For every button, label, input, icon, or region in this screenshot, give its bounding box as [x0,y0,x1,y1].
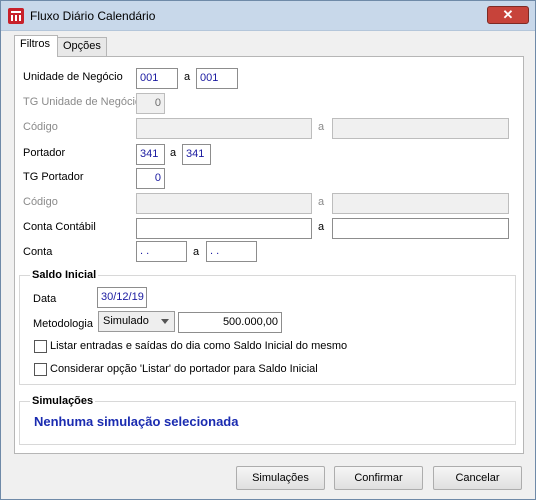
chevron-down-icon [161,319,169,324]
saldo-inicial-valor-input[interactable]: 500.000,00 [178,312,282,333]
codigo-portador-to-input[interactable] [332,193,509,214]
metodologia-label: Metodologia [33,318,93,330]
portador-from-input[interactable]: 341 [136,144,165,165]
app-icon [8,8,24,24]
codigo-to-input[interactable] [332,118,509,139]
cancelar-button[interactable]: Cancelar [433,466,522,490]
codigo-portador-from-input[interactable] [136,193,312,214]
considerar-opcao-checkbox[interactable] [34,363,47,376]
conta-contabil-label: Conta Contábil [23,221,96,233]
filtros-panel: Unidade de Negócio 001 a 001 TG Unidade … [14,56,524,454]
codigo-label: Código [23,121,58,133]
tg-portador-label: TG Portador [23,171,84,183]
close-button[interactable]: ✕ [487,6,529,24]
listar-entradas-checkbox[interactable] [34,340,47,353]
codigo-portador-label: Código [23,196,58,208]
data-input[interactable]: 30/12/19 [97,287,147,308]
portador-sep: a [170,147,177,159]
tg-unidade-negocio-label: TG Unidade de Negócio [23,96,142,108]
unidade-negocio-to-input[interactable]: 001 [196,68,238,89]
unidade-negocio-from-input[interactable]: 001 [136,68,178,89]
conta-to-input[interactable]: . . [206,241,257,262]
conta-sep: a [193,246,200,258]
data-label: Data [33,293,57,305]
codigo-from-input[interactable] [136,118,312,139]
conta-label: Conta [23,246,53,258]
window-title: Fluxo Diário Calendário [30,9,156,23]
metodologia-select[interactable]: Simulado [98,311,175,332]
simulacoes-button[interactable]: Simulações [236,466,325,490]
unidade-negocio-label: Unidade de Negócio [23,71,123,83]
codigo-portador-sep: a [318,196,325,208]
portador-to-input[interactable]: 341 [182,144,211,165]
portador-label: Portador [23,147,66,159]
conta-contabil-from-input[interactable] [136,218,312,239]
title-bar[interactable]: Fluxo Diário Calendário ✕ [1,1,535,31]
conta-from-input[interactable]: . . [136,241,187,262]
considerar-opcao-label: Considerar opção 'Listar' do portador pa… [50,363,318,375]
tab-opcoes[interactable]: Opções [57,37,107,56]
saldo-inicial-title: Saldo Inicial [30,269,99,281]
tab-filtros[interactable]: Filtros [14,35,58,57]
codigo-sep: a [318,121,325,133]
conta-contabil-sep: a [318,221,325,233]
simulacoes-title: Simulações [30,395,96,407]
dialog-window: Fluxo Diário Calendário ✕ Filtros Opções… [0,0,536,500]
metodologia-value: Simulado [103,315,149,327]
tg-unidade-negocio-input[interactable]: 0 [136,93,165,114]
confirmar-button[interactable]: Confirmar [334,466,423,490]
conta-contabil-to-input[interactable] [332,218,509,239]
listar-entradas-label: Listar entradas e saídas do dia como Sal… [50,340,348,352]
unidade-negocio-sep: a [184,71,191,83]
simulacoes-status-text: Nenhuma simulação selecionada [34,414,239,429]
tg-portador-input[interactable]: 0 [136,168,165,189]
